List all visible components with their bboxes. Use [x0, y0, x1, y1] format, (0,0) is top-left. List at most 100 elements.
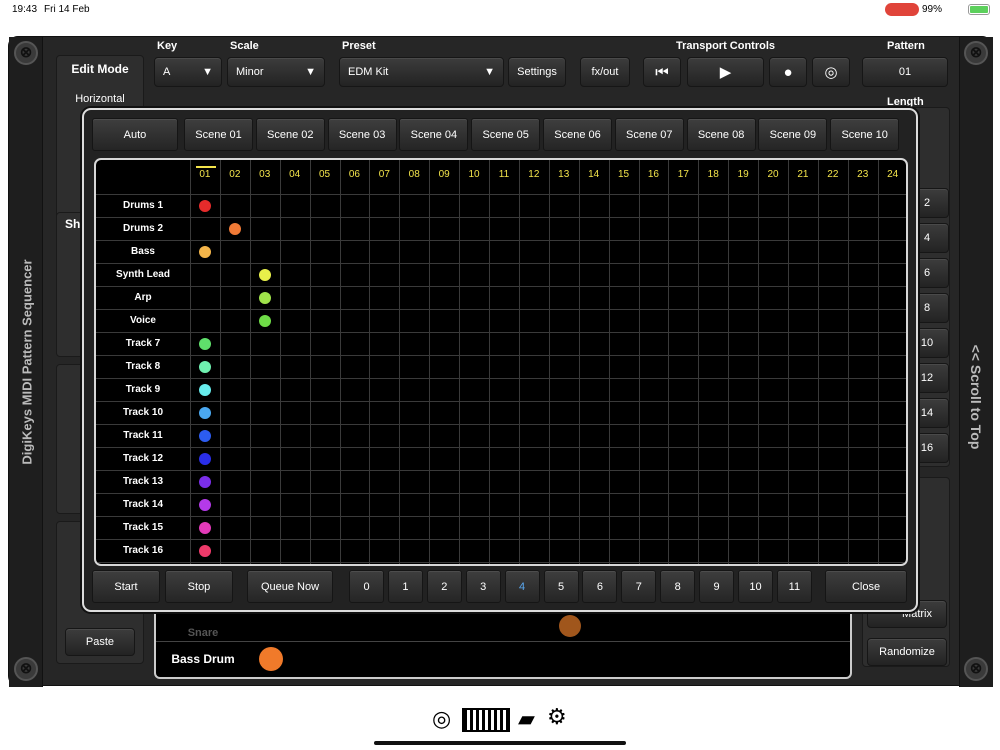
- scene-button[interactable]: Scene 05: [471, 118, 541, 151]
- scene-button[interactable]: Scene 08: [686, 118, 756, 151]
- queue-number-button[interactable]: 10: [738, 570, 773, 603]
- track-label[interactable]: Track 15: [96, 516, 190, 539]
- scene-clip-dot[interactable]: [258, 291, 271, 304]
- track-label[interactable]: Arp: [96, 286, 190, 309]
- scene-clip-dot[interactable]: [198, 452, 211, 465]
- auto-button[interactable]: Auto: [92, 118, 178, 151]
- scene-clip-dot[interactable]: [198, 199, 211, 212]
- column-header[interactable]: 07: [369, 160, 399, 188]
- queue-number-button[interactable]: 5: [543, 570, 579, 603]
- queue-number-button[interactable]: 2: [426, 570, 462, 603]
- piano-icon[interactable]: [462, 708, 510, 732]
- paste-button[interactable]: Paste: [65, 628, 135, 656]
- scale-dropdown[interactable]: Minor ▼: [227, 57, 325, 87]
- play-icon[interactable]: ▶: [687, 57, 764, 87]
- scene-clip-dot[interactable]: [258, 268, 271, 281]
- scene-clip-dot[interactable]: [198, 360, 211, 373]
- settings-button[interactable]: Settings: [508, 57, 566, 87]
- queue-number-button[interactable]: 7: [621, 570, 657, 603]
- track-label[interactable]: Track 9: [96, 378, 190, 401]
- close-button[interactable]: Close: [825, 570, 907, 603]
- scene-button[interactable]: Scene 10: [830, 118, 900, 151]
- track-label[interactable]: Track 13: [96, 470, 190, 493]
- column-header[interactable]: 12: [519, 160, 549, 188]
- track-label[interactable]: Track 7: [96, 332, 190, 355]
- column-header[interactable]: 18: [698, 160, 728, 188]
- queue-number-button[interactable]: 6: [582, 570, 618, 603]
- scene-clip-dot[interactable]: [198, 245, 211, 258]
- scene-clip-dot[interactable]: [198, 383, 211, 396]
- track-label[interactable]: Drums 1: [96, 194, 190, 217]
- record-icon[interactable]: ●: [769, 57, 807, 87]
- scene-clip-dot[interactable]: [198, 475, 211, 488]
- midi-icon[interactable]: ◎: [812, 57, 850, 87]
- scene-button[interactable]: Scene 02: [255, 118, 325, 151]
- column-header[interactable]: 14: [579, 160, 609, 188]
- column-header[interactable]: 19: [728, 160, 758, 188]
- key-dropdown[interactable]: A ▼: [154, 57, 222, 87]
- track-label[interactable]: Voice: [96, 309, 190, 332]
- column-header[interactable]: 21: [788, 160, 818, 188]
- scene-clip-dot[interactable]: [198, 337, 211, 350]
- column-header[interactable]: 08: [399, 160, 429, 188]
- queue-number-button[interactable]: 8: [660, 570, 696, 603]
- scene-button[interactable]: Scene 04: [399, 118, 469, 151]
- start-button[interactable]: Start: [92, 570, 160, 603]
- track-label[interactable]: Track 10: [96, 401, 190, 424]
- scene-button[interactable]: Scene 01: [184, 118, 253, 151]
- queue-number-button[interactable]: 9: [699, 570, 735, 603]
- midi-port-icon[interactable]: ◎: [432, 706, 451, 732]
- folder-icon[interactable]: ▰: [518, 706, 535, 732]
- randomize-button[interactable]: Randomize: [867, 638, 947, 666]
- snare-note[interactable]: [559, 615, 581, 637]
- column-header[interactable]: 06: [340, 160, 370, 188]
- track-label[interactable]: Track 16: [96, 539, 190, 562]
- column-header[interactable]: 11: [489, 160, 519, 188]
- scene-clip-dot[interactable]: [198, 544, 211, 557]
- queue-number-button[interactable]: 4: [504, 570, 540, 603]
- column-header[interactable]: 01: [190, 160, 220, 188]
- preset-dropdown[interactable]: EDM Kit ▼: [339, 57, 504, 87]
- column-header[interactable]: 10: [459, 160, 489, 188]
- queue-number-button[interactable]: 3: [465, 570, 501, 603]
- scene-clip-dot[interactable]: [198, 521, 211, 534]
- column-header[interactable]: 23: [848, 160, 878, 188]
- bass-drum-note[interactable]: [259, 647, 283, 671]
- track-label[interactable]: Track 14: [96, 493, 190, 516]
- track-label[interactable]: Synth Lead: [96, 263, 190, 286]
- scene-button[interactable]: Scene 07: [614, 118, 684, 151]
- scroll-to-top-button[interactable]: << Scroll to Top: [968, 345, 984, 450]
- queue-now-button[interactable]: Queue Now: [247, 570, 333, 603]
- scene-button[interactable]: Scene 06: [543, 118, 612, 151]
- queue-number-button[interactable]: 11: [776, 570, 812, 603]
- scene-clip-dot[interactable]: [228, 222, 241, 235]
- scene-button[interactable]: Scene 03: [327, 118, 397, 151]
- scene-clip-dot[interactable]: [198, 498, 211, 511]
- track-label[interactable]: Track 12: [96, 447, 190, 470]
- scene-clip-dot[interactable]: [258, 314, 271, 327]
- column-header[interactable]: 13: [549, 160, 579, 188]
- scene-clip-dot[interactable]: [198, 429, 211, 442]
- column-header[interactable]: 09: [429, 160, 459, 188]
- scene-clip-dot[interactable]: [198, 406, 211, 419]
- track-label[interactable]: Drums 2: [96, 217, 190, 240]
- pattern-selector[interactable]: 01: [862, 57, 948, 87]
- stop-button[interactable]: Stop: [165, 570, 233, 603]
- column-header[interactable]: 24: [878, 160, 906, 188]
- column-header[interactable]: 20: [758, 160, 788, 188]
- column-header[interactable]: 16: [639, 160, 669, 188]
- column-header[interactable]: 05: [310, 160, 340, 188]
- edit-mode-value[interactable]: Horizontal: [57, 93, 143, 105]
- queue-number-button[interactable]: 1: [387, 570, 423, 603]
- column-header[interactable]: 03: [250, 160, 280, 188]
- column-header[interactable]: 15: [609, 160, 639, 188]
- column-header[interactable]: 22: [818, 160, 848, 188]
- column-header[interactable]: 04: [280, 160, 310, 188]
- track-label[interactable]: Bass: [96, 240, 190, 263]
- rewind-icon[interactable]: ⏮: [643, 57, 681, 87]
- track-label[interactable]: Track 11: [96, 424, 190, 447]
- queue-number-button[interactable]: 0: [349, 570, 384, 603]
- column-header[interactable]: 02: [220, 160, 250, 188]
- fxout-button[interactable]: fx/out: [580, 57, 630, 87]
- scene-button[interactable]: Scene 09: [758, 118, 828, 151]
